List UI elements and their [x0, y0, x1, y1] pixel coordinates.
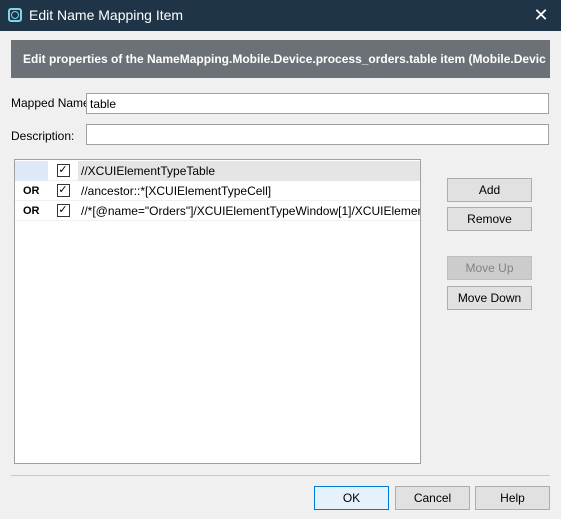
or-operator — [15, 160, 48, 181]
window-title: Edit Name Mapping Item — [29, 7, 184, 23]
title-bar: Edit Name Mapping Item ✕ — [0, 0, 561, 31]
ok-button[interactable]: OK — [314, 486, 389, 510]
cancel-button[interactable]: Cancel — [395, 486, 470, 510]
description-input[interactable] — [86, 124, 549, 145]
description-label: Description: — [11, 129, 75, 143]
table-row[interactable]: OR ✓ //ancestor::*[XCUIElementTypeCell] — [15, 181, 420, 201]
xpath-expression[interactable]: //*[@name="Orders"]/XCUIElementTypeWindo… — [78, 201, 420, 221]
or-operator: OR — [23, 204, 40, 217]
table-row[interactable]: ✓ //XCUIElementTypeTable — [15, 160, 420, 181]
info-banner: Edit properties of the NameMapping.Mobil… — [11, 40, 550, 78]
close-button[interactable]: ✕ — [521, 0, 561, 31]
row-checkbox[interactable]: ✓ — [56, 204, 70, 217]
footer-separator — [11, 475, 550, 476]
remove-button[interactable]: Remove — [447, 207, 532, 231]
app-icon — [8, 8, 22, 22]
help-button[interactable]: Help — [475, 486, 550, 510]
xpath-expression[interactable]: //ancestor::*[XCUIElementTypeCell] — [78, 181, 420, 201]
or-operator: OR — [23, 184, 40, 197]
checkbox-cell: ✓ — [48, 181, 78, 201]
checkbox-cell: ✓ — [48, 161, 78, 181]
mapped-name-label: Mapped Name: — [11, 96, 94, 110]
row-checkbox[interactable]: ✓ — [56, 164, 70, 177]
table-row[interactable]: OR ✓ //*[@name="Orders"]/XCUIElementType… — [15, 201, 420, 221]
row-checkbox[interactable]: ✓ — [56, 184, 70, 197]
move-down-button[interactable]: Move Down — [447, 286, 532, 310]
checkbox-cell: ✓ — [48, 201, 78, 221]
xpath-expression[interactable]: //XCUIElementTypeTable — [78, 160, 420, 181]
mapped-name-input[interactable] — [86, 93, 549, 114]
add-button[interactable]: Add — [447, 178, 532, 202]
condition-grid: ✓ //XCUIElementTypeTable OR ✓ //ancestor… — [14, 159, 421, 464]
move-up-button[interactable]: Move Up — [447, 256, 532, 280]
